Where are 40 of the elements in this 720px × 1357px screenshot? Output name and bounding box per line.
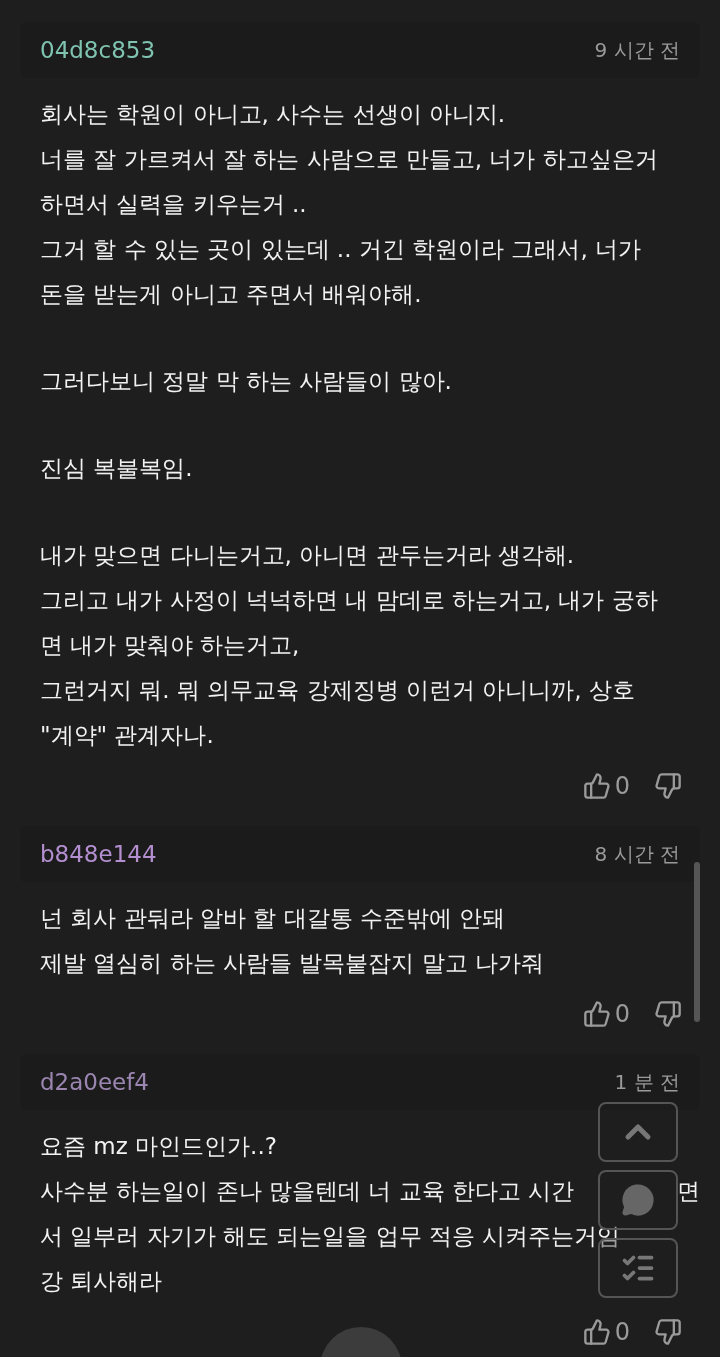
scroll-top-button[interactable]: [598, 1102, 678, 1162]
comment-text: 요즘 mz 마인드인가..?: [40, 1132, 277, 1161]
thumbs-down-icon: [654, 1000, 682, 1028]
comment-text: 진심 복불복임.: [40, 454, 193, 483]
comment-text: 그리고 내가 사정이 넉넉하면 내 맘데로 하는거고, 내가 궁하: [40, 586, 658, 615]
comment-text: 회사는 학원이 아니고, 사수는 선생이 아니지.: [40, 100, 506, 129]
speech-bubble-icon: [621, 1183, 655, 1217]
comment-text: 면 내가 맞춰야 하는거고,: [40, 631, 300, 660]
author-name[interactable]: 04d8c853: [40, 32, 156, 68]
comment-text: 그런거지 뭐. 뭐 의무교육 강제징병 이런거 아니니까, 상호: [40, 676, 635, 705]
comment-text: 사수분 하는일이 존나 많을텐데 너 교육 한다고 시간: [40, 1177, 575, 1206]
comment-text: 그러다보니 정말 막 하는 사람들이 많아.: [40, 367, 452, 396]
thumbs-down-icon: [654, 772, 682, 800]
scrollbar[interactable]: [694, 862, 700, 1022]
author-name[interactable]: b848e144: [40, 836, 157, 872]
comment-text: 너를 잘 가르켜서 잘 하는 사람으로 만들고, 너가 하고싶은거: [40, 145, 658, 174]
comment-text: 면: [677, 1177, 700, 1206]
thumbs-up-icon: [582, 772, 611, 800]
comment-text: 돈을 받는게 아니고 주면서 배워야해.: [40, 280, 422, 309]
comment-text: 그거 할 수 있는 곳이 있는데 .. 거긴 학원이라 그래서, 너가: [40, 235, 642, 264]
comment-text: 강 퇴사해라: [40, 1267, 163, 1296]
thumbs-up-icon: [582, 1318, 611, 1346]
like-button[interactable]: 0: [582, 768, 630, 804]
timestamp: 8 시간 전: [594, 841, 680, 868]
like-button[interactable]: 0: [582, 1314, 630, 1350]
comment-text: 서 일부러 자기가 해도 되는일을 업무 적응 시켜주는거임: [40, 1222, 621, 1251]
comment-text: 내가 맞으면 다니는거고, 아니면 관두는거라 생각해.: [40, 541, 575, 570]
comment-text: 제발 열심히 하는 사람들 발목붙잡지 말고 나가줘: [40, 949, 544, 978]
dislike-button[interactable]: [654, 1318, 682, 1346]
thumbs-up-icon: [582, 1000, 611, 1028]
comment-text: 넌 회사 관둬라 알바 할 대갈통 수준밖에 안돼: [40, 904, 506, 933]
comment-text: "계약" 관계자나.: [40, 721, 214, 750]
dislike-button[interactable]: [654, 1000, 682, 1028]
timestamp: 1 분 전: [614, 1069, 680, 1096]
like-button[interactable]: 0: [582, 996, 630, 1032]
author-name[interactable]: d2a0eef4: [40, 1064, 149, 1100]
dislike-button[interactable]: [654, 772, 682, 800]
timestamp: 9 시간 전: [594, 37, 680, 64]
comment-text: 하면서 실력을 키우는거 ..: [40, 190, 307, 219]
thumbs-down-icon: [654, 1318, 682, 1346]
